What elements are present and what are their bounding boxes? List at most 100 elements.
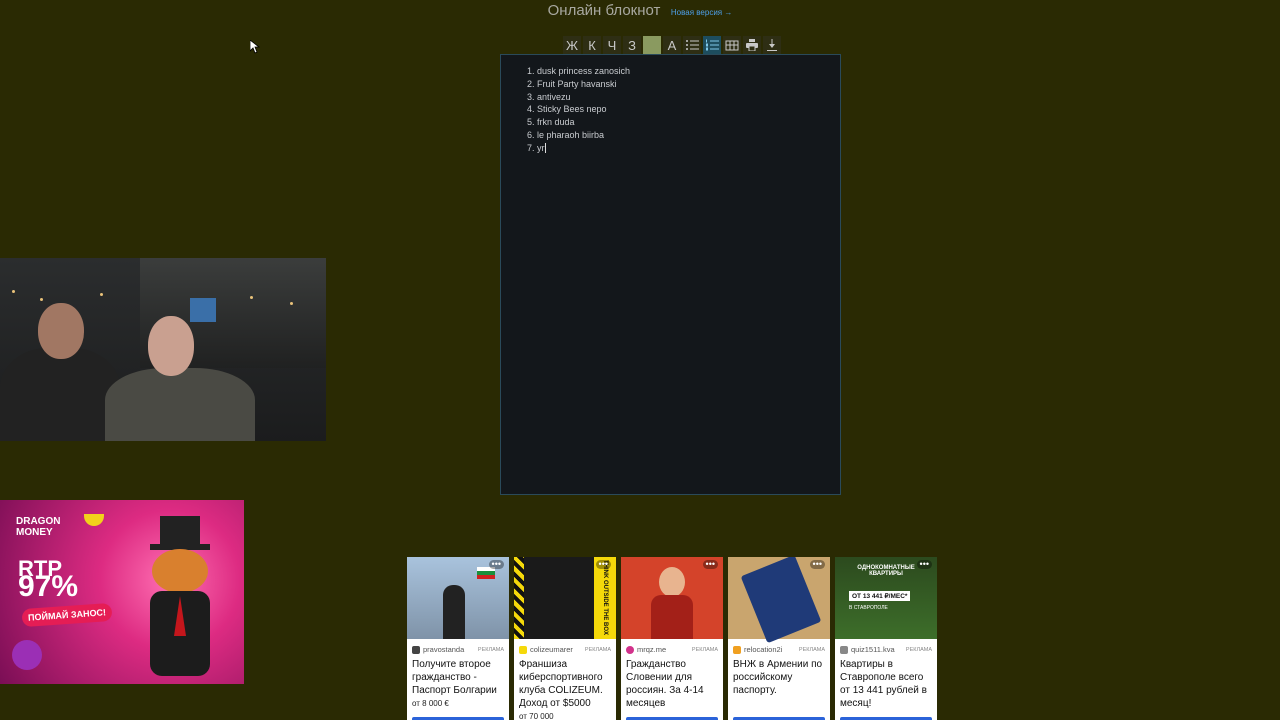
source-name: quiz1511.kva [851, 645, 895, 654]
list-item[interactable]: antivezu [537, 91, 840, 104]
list-item[interactable]: le pharaoh biirba [537, 129, 840, 142]
more-options-icon[interactable]: ••• [488, 560, 504, 569]
font-color-button[interactable]: A [663, 36, 681, 54]
notepad-editor[interactable]: dusk princess zanosich Fruit Party havan… [500, 54, 841, 495]
ad-source: relocation2i РЕКЛАМА [728, 639, 830, 654]
light-dot [250, 296, 253, 299]
numbered-list-icon [706, 39, 719, 51]
dragon-character-illustration [150, 516, 210, 676]
bullet-list-icon [686, 40, 699, 50]
table-icon [725, 40, 739, 51]
print-icon [746, 39, 758, 51]
page-header: Онлайн блокнот Новая версия → [0, 2, 1280, 20]
brand-line-1: DRAGON [16, 516, 61, 527]
ad-source: mrqz.me РЕКЛАМА [621, 639, 723, 654]
webcam-overlay [0, 258, 326, 441]
ad-strip: ••• pravostanda РЕКЛАМА Получите второе г… [407, 557, 937, 720]
passport-graphic [740, 557, 822, 644]
ad-price: от 8 000 € [412, 699, 449, 708]
numbered-list-button[interactable] [703, 36, 721, 54]
plum-graphic [12, 640, 42, 670]
ad-price: от 70 000 [519, 712, 554, 720]
ad-card[interactable]: ••• mrqz.me РЕКЛАМА Гражданство Словении … [621, 557, 723, 720]
person-left-head [38, 303, 84, 359]
table-button[interactable] [723, 36, 741, 54]
more-options-icon[interactable]: ••• [916, 560, 932, 569]
passports-graphic [651, 595, 693, 639]
person-graphic [443, 585, 465, 639]
ad-card[interactable]: ОДНОКОМНАТНЫЕ КВАРТИРЫ ОТ 13 441 ₽/МЕС* … [835, 557, 937, 720]
promo-percent: 97% [18, 570, 79, 603]
ad-label: РЕКЛАМА [905, 646, 932, 653]
more-options-icon[interactable]: ••• [595, 560, 611, 569]
download-icon [767, 39, 777, 51]
source-icon [626, 645, 634, 654]
bullet-list-button[interactable] [683, 36, 701, 54]
list-item[interactable]: frkn duda [537, 116, 840, 129]
person-left-body [0, 348, 120, 441]
source-icon [519, 645, 527, 654]
source-icon [840, 645, 848, 654]
ad-image: THINK OUTSIDE THE BOX ••• [514, 557, 616, 639]
bold-button[interactable]: Ж [563, 36, 581, 54]
monitor-glow [190, 298, 216, 322]
ad-image: ••• [728, 557, 830, 644]
ad-source: quiz1511.kva РЕКЛАМА [835, 639, 937, 654]
ad-label: РЕКЛАМА [691, 646, 718, 653]
list-item-text: yr [537, 142, 545, 153]
strikethrough-button[interactable]: З [623, 36, 641, 54]
ad-card[interactable]: ••• pravostanda РЕКЛАМА Получите второе г… [407, 557, 509, 720]
ad-card[interactable]: ••• relocation2i РЕКЛАМА ВНЖ в Армении по… [728, 557, 830, 720]
italic-button[interactable]: К [583, 36, 601, 54]
highlight-color-button[interactable] [643, 36, 661, 54]
light-dot [290, 302, 293, 305]
light-dot [12, 290, 15, 293]
underline-button[interactable]: Ч [603, 36, 621, 54]
new-version-link[interactable]: Новая версия → [671, 8, 732, 17]
text-caret [544, 143, 546, 154]
ad-title: ВНЖ в Армении по российскому паспорту. [733, 659, 823, 696]
ad-title: Квартиры в Ставрополе всего от 13 441 ру… [840, 659, 927, 709]
list-item[interactable]: Sticky Bees nepo [537, 103, 840, 116]
source-icon [733, 645, 741, 654]
source-name: pravostanda [423, 645, 465, 654]
person-right-head [148, 316, 194, 376]
list-item-current[interactable]: yr [537, 142, 840, 155]
more-options-icon[interactable]: ••• [702, 560, 718, 569]
ad-source: colizeumarer РЕКЛАМА [514, 639, 616, 654]
light-dot [100, 293, 103, 296]
ad-image-city: В СТАВРОПОЛЕ [849, 605, 888, 611]
ad-banner-text: THINK OUTSIDE THE BOX [594, 557, 616, 639]
ad-label: РЕКЛАМА [584, 646, 611, 653]
source-name: relocation2i [744, 645, 783, 654]
ad-source: pravostanda РЕКЛАМА [407, 639, 509, 654]
source-icon [412, 645, 420, 654]
numbered-list: dusk princess zanosich Fruit Party havan… [501, 55, 840, 155]
person-right-body [105, 368, 255, 441]
download-button[interactable] [763, 36, 781, 54]
light-dot [40, 298, 43, 301]
more-options-icon[interactable]: ••• [809, 560, 825, 569]
mouse-cursor-icon [250, 40, 260, 54]
ad-label: РЕКЛАМА [798, 646, 825, 653]
list-item[interactable]: dusk princess zanosich [537, 65, 840, 78]
banana-graphic [84, 514, 104, 526]
source-name: colizeumarer [530, 645, 573, 654]
ad-label: РЕКЛАМА [477, 646, 504, 653]
print-button[interactable] [743, 36, 761, 54]
ad-card[interactable]: THINK OUTSIDE THE BOX ••• colizeumarer РЕ… [514, 557, 616, 720]
ad-image: ••• [621, 557, 723, 639]
editor-toolbar: Ж К Ч З A [563, 36, 781, 54]
ad-title: Франшиза киберспортивного клуба COLIZEUM… [519, 659, 603, 709]
hazard-stripe [514, 557, 524, 639]
source-name: mrqz.me [637, 645, 667, 654]
ad-image-price: ОТ 13 441 ₽/МЕС* [849, 591, 911, 601]
promo-cta-button[interactable]: ПОЙМАЙ ЗАНОС! [21, 602, 113, 628]
brand-line-2: MONEY [16, 527, 53, 538]
promo-brand: DRAGON MONEY [16, 516, 60, 538]
ad-title: Гражданство Словении для россиян. За 4-1… [626, 659, 704, 709]
ad-image: ••• [407, 557, 509, 639]
list-item[interactable]: Fruit Party havanski [537, 78, 840, 91]
casino-promo-banner[interactable]: DRAGON MONEY RTP 97% ПОЙМАЙ ЗАНОС! [0, 500, 244, 684]
woman-face-graphic [659, 567, 685, 597]
